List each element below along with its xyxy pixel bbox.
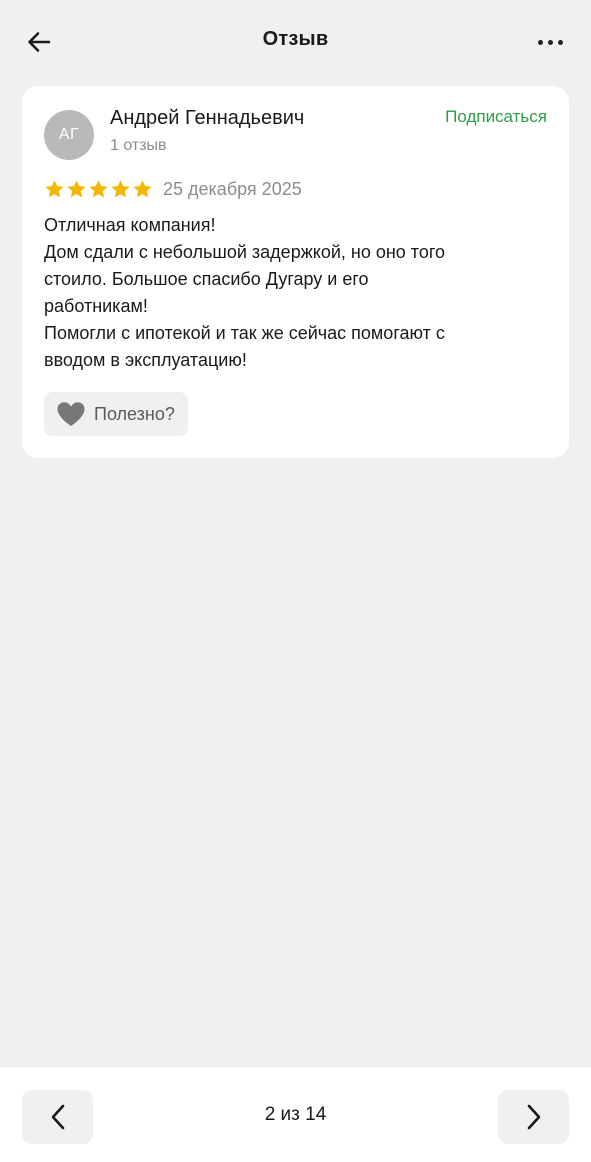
more-dot bbox=[557, 39, 563, 45]
more-horizontal-icon bbox=[537, 39, 543, 45]
rating-stars bbox=[44, 179, 153, 200]
star-icon bbox=[133, 180, 152, 198]
chevron-right-icon bbox=[527, 1104, 540, 1130]
review-date: 25 декабря 2025 bbox=[163, 179, 302, 199]
more-dot bbox=[547, 39, 553, 45]
next-review-button[interactable] bbox=[498, 1090, 569, 1144]
top-bar: Отзыв bbox=[0, 0, 591, 82]
star-icon bbox=[89, 180, 108, 198]
useful-label: Полезно? bbox=[94, 403, 175, 424]
review-text-line: Дом сдали с небольшой задержкой, но оно … bbox=[44, 242, 446, 262]
subscribe-button[interactable]: Подписаться bbox=[445, 107, 547, 127]
more-options-button[interactable] bbox=[527, 22, 573, 62]
star-icon bbox=[45, 180, 64, 198]
review-card: АГ Андрей Геннадьевич 1 отзыв Подписатьс… bbox=[22, 86, 569, 458]
review-text-line: Отличная компания! bbox=[44, 215, 216, 235]
review-text-line: Помогли с ипотекой и так же сейчас помог… bbox=[44, 323, 445, 343]
review-text-line: вводом в эксплуатацию! bbox=[44, 350, 247, 370]
review-text: Отличная компания! Дом сдали с небольшой… bbox=[44, 212, 544, 374]
avatar[interactable]: АГ bbox=[44, 110, 94, 160]
author-review-count: 1 отзыв bbox=[110, 137, 167, 154]
review-text-line: работникам! bbox=[44, 296, 148, 316]
pagination-bar: 2 из 14 bbox=[0, 1066, 591, 1162]
star-icon bbox=[67, 180, 86, 198]
page-title: Отзыв bbox=[262, 28, 329, 50]
useful-button[interactable]: Полезно? bbox=[44, 392, 188, 436]
heart-icon bbox=[57, 402, 85, 426]
author-name[interactable]: Андрей Геннадьевич bbox=[110, 107, 304, 130]
star-icon bbox=[111, 180, 130, 198]
review-text-line: стоило. Большое спасибо Дугару и его bbox=[44, 269, 369, 289]
